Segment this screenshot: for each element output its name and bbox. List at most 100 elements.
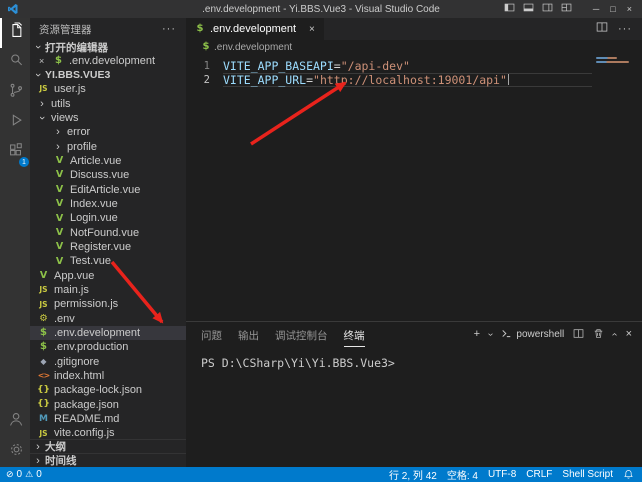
- line-number: 1: [186, 59, 210, 73]
- file-tree: JSuser.js›utils›views›error›profileVArti…: [30, 82, 186, 439]
- extensions-badge: 1: [19, 157, 29, 167]
- tree-item-utils[interactable]: ›utils: [30, 96, 186, 110]
- split-terminal-icon[interactable]: [573, 326, 584, 344]
- file-label: Register.vue: [70, 241, 131, 253]
- tree-item-views[interactable]: ›views: [30, 111, 186, 125]
- panel-tab-终端[interactable]: 终端: [344, 323, 365, 347]
- activity-bar-top: 1: [0, 18, 30, 168]
- indentation-status[interactable]: 空格: 4: [447, 467, 478, 482]
- tree-item-package-lock.json[interactable]: {}package-lock.json: [30, 383, 186, 397]
- code-editor[interactable]: 1VITE_APP_BASEAPI="/api-dev"2VITE_APP_UR…: [186, 54, 642, 321]
- breadcrumb[interactable]: $ .env.development: [186, 40, 642, 54]
- toggle-sidebar-icon[interactable]: [504, 0, 515, 18]
- new-terminal-icon[interactable]: +: [474, 329, 480, 340]
- close-panel-icon[interactable]: ×: [626, 329, 632, 340]
- panel-actions: + › powershell › ×: [474, 326, 632, 344]
- encoding-status[interactable]: UTF-8: [488, 469, 516, 480]
- panel-tab-问题[interactable]: 问题: [201, 323, 222, 346]
- tree-item-package.json[interactable]: {}package.json: [30, 398, 186, 412]
- tree-item-permission.js[interactable]: JSpermission.js: [30, 297, 186, 311]
- tree-item-user.js[interactable]: JSuser.js: [30, 82, 186, 96]
- code-token: =: [334, 59, 341, 73]
- warning-icon: ⚠: [25, 470, 33, 479]
- line-number: 2: [186, 73, 210, 87]
- tree-item-main.js[interactable]: JSmain.js: [30, 283, 186, 297]
- activity-run-debug-button[interactable]: [0, 108, 30, 138]
- views-more-actions-icon[interactable]: ···: [162, 23, 176, 35]
- md-file-icon: M: [37, 415, 50, 424]
- close-window-button[interactable]: ×: [627, 5, 632, 14]
- shell-file-icon: $: [37, 328, 50, 338]
- language-mode-status[interactable]: Shell Script: [562, 469, 613, 480]
- terminal-shell-dropdown[interactable]: powershell: [501, 328, 564, 342]
- open-editors-header[interactable]: › 打开的编辑器: [30, 40, 186, 54]
- window-controls: ─ □ ×: [504, 0, 642, 18]
- activity-source-control-button[interactable]: [0, 78, 30, 108]
- chevron-right-icon: ›: [53, 141, 63, 153]
- kill-terminal-trash-icon[interactable]: [593, 326, 604, 344]
- tree-item-Test.vue[interactable]: VTest.vue: [30, 254, 186, 268]
- activity-extensions-button[interactable]: 1: [0, 138, 30, 168]
- close-editor-icon[interactable]: ×: [39, 56, 48, 66]
- tree-item-README.md[interactable]: MREADME.md: [30, 412, 186, 426]
- panel-tab-bar: 问题输出调试控制台终端 + › powershell › ×: [186, 322, 642, 347]
- terminal[interactable]: PS D:\CSharp\Yi\Yi.BBS.Vue3>: [186, 347, 642, 467]
- activity-search-button[interactable]: [0, 48, 30, 78]
- project-root-header[interactable]: › YI.BBS.VUE3: [30, 68, 186, 82]
- terminal-prompt: PS D:\CSharp\Yi\Yi.BBS.Vue3>: [201, 356, 395, 370]
- toggle-secondary-sidebar-icon[interactable]: [542, 0, 553, 18]
- outline-label: 大纲: [45, 439, 66, 454]
- tree-item-index.html[interactable]: <>index.html: [30, 369, 186, 383]
- tree-item-Index.vue[interactable]: VIndex.vue: [30, 197, 186, 211]
- maximize-panel-icon[interactable]: ›: [609, 333, 620, 336]
- tree-item-.gitignore[interactable]: ◆.gitignore: [30, 355, 186, 369]
- file-label: .gitignore: [54, 356, 99, 368]
- file-label: Login.vue: [70, 212, 118, 224]
- outline-section-header[interactable]: › 大纲: [30, 439, 186, 453]
- notifications-bell-icon[interactable]: [623, 469, 634, 480]
- tree-item-.env.development[interactable]: $.env.development: [30, 326, 186, 340]
- settings-gear-button[interactable]: [0, 437, 30, 467]
- tree-item-EditArticle.vue[interactable]: VEditArticle.vue: [30, 182, 186, 196]
- toggle-panel-icon[interactable]: [523, 0, 534, 18]
- maximize-button[interactable]: □: [610, 5, 615, 14]
- shell-file-icon: $: [201, 42, 211, 52]
- tree-item-App.vue[interactable]: VApp.vue: [30, 268, 186, 282]
- eol-status[interactable]: CRLF: [526, 469, 552, 480]
- problems-status[interactable]: ⊘ 0 ⚠ 0: [6, 469, 42, 480]
- timeline-section-header[interactable]: › 时间线: [30, 453, 186, 467]
- activity-explorer-button[interactable]: [0, 18, 30, 48]
- open-editor-item[interactable]: × $ .env.development: [30, 54, 186, 68]
- customize-layout-icon[interactable]: [561, 0, 572, 18]
- project-root-label: YI.BBS.VUE3: [45, 69, 110, 81]
- editor-actions: ···: [596, 18, 642, 40]
- tree-item-.env.production[interactable]: $.env.production: [30, 340, 186, 354]
- split-editor-icon[interactable]: [596, 20, 608, 38]
- tab-env-development[interactable]: $ .env.development ×: [186, 18, 324, 40]
- tree-item-vite.config.js[interactable]: JSvite.config.js: [30, 426, 186, 439]
- editor-more-actions-icon[interactable]: ···: [618, 23, 632, 35]
- panel-tab-输出[interactable]: 输出: [238, 323, 259, 346]
- tree-item-NotFound.vue[interactable]: VNotFound.vue: [30, 225, 186, 239]
- tree-item-Register.vue[interactable]: VRegister.vue: [30, 240, 186, 254]
- close-tab-icon[interactable]: ×: [309, 24, 315, 35]
- minimap[interactable]: [596, 57, 634, 65]
- tree-item-Login.vue[interactable]: VLogin.vue: [30, 211, 186, 225]
- panel-tab-调试控制台[interactable]: 调试控制台: [275, 323, 328, 346]
- file-label: user.js: [54, 83, 86, 95]
- cursor-position-status[interactable]: 行 2, 列 42: [389, 467, 437, 482]
- vscode-window: .env.development - Yi.BBS.Vue3 - Visual …: [0, 0, 642, 482]
- minimize-button[interactable]: ─: [593, 5, 599, 14]
- file-label: index.html: [54, 370, 104, 382]
- terminal-profile-chevron-icon[interactable]: ›: [485, 333, 496, 336]
- tree-item-Discuss.vue[interactable]: VDiscuss.vue: [30, 168, 186, 182]
- accounts-button[interactable]: [0, 407, 30, 437]
- code-area: 1VITE_APP_BASEAPI="/api-dev"2VITE_APP_UR…: [186, 59, 642, 87]
- minimap-line: [596, 61, 629, 63]
- tree-item-.env[interactable]: ⚙.env: [30, 312, 186, 326]
- file-label: App.vue: [54, 270, 94, 282]
- status-bar: ⊘ 0 ⚠ 0 行 2, 列 42 空格: 4 UTF-8 CRLF Shell…: [0, 467, 642, 482]
- tree-item-Article.vue[interactable]: VArticle.vue: [30, 154, 186, 168]
- tree-item-error[interactable]: ›error: [30, 125, 186, 139]
- tree-item-profile[interactable]: ›profile: [30, 139, 186, 153]
